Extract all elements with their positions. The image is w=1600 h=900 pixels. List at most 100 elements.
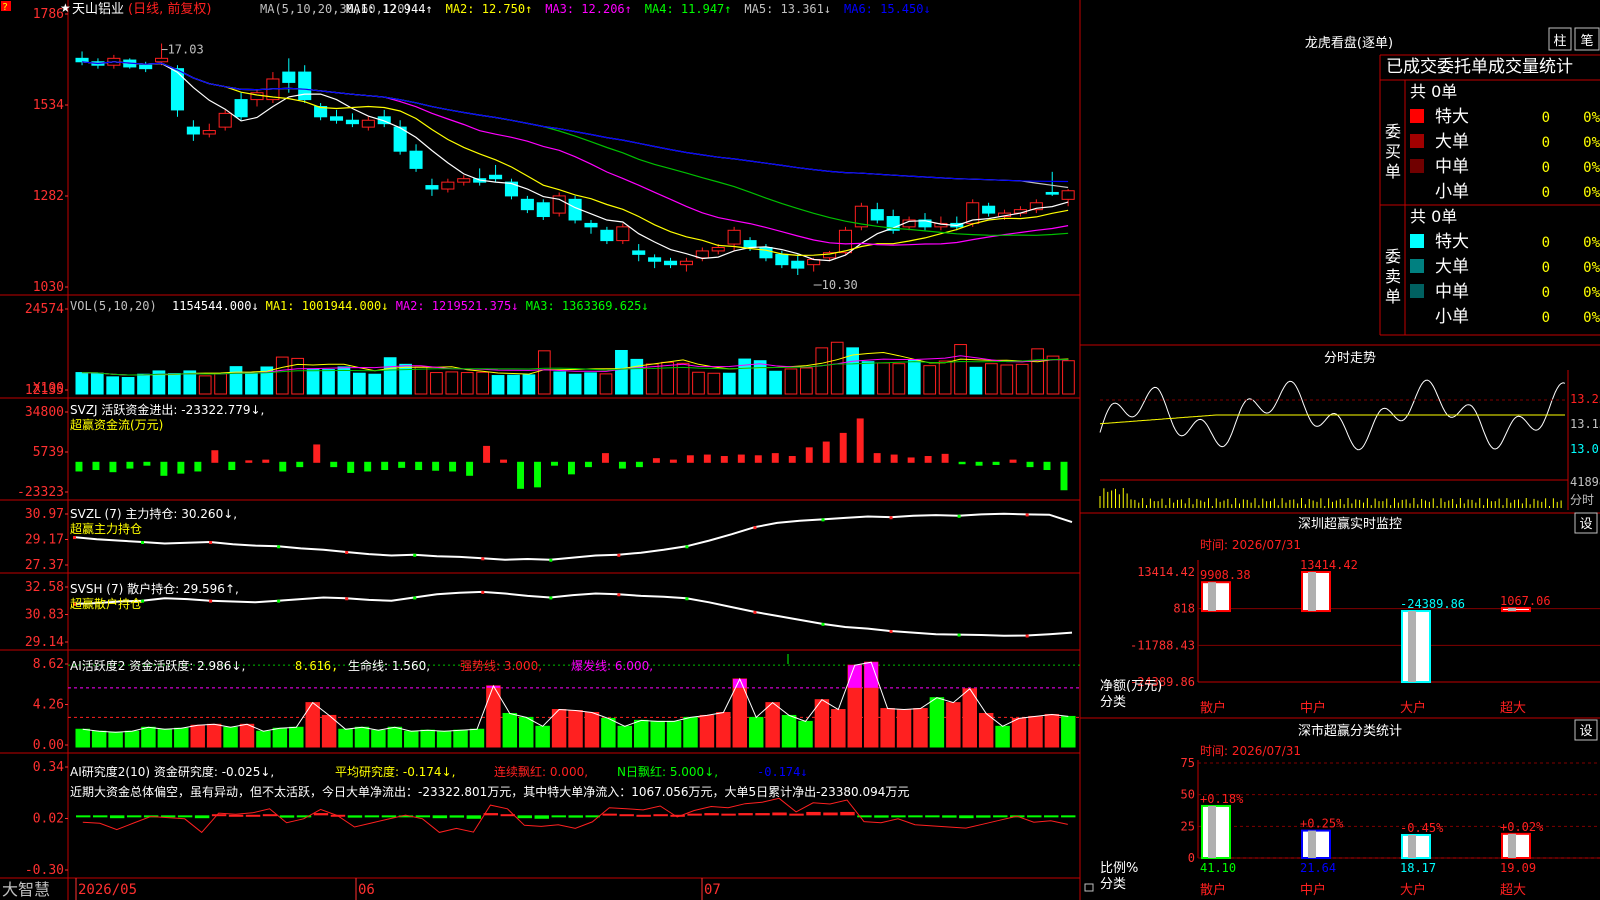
period-label[interactable]: (日线, 前复权) — [128, 1, 211, 17]
volume-bar — [815, 347, 829, 395]
sell-row-pct: 0% — [1583, 310, 1600, 326]
fund-flow-bar — [517, 461, 525, 489]
volume-bar — [1031, 348, 1044, 395]
volume-bar — [90, 372, 104, 395]
ai-burst: 爆发线: 6.000, — [571, 658, 653, 673]
fund-flow-bar — [177, 461, 185, 474]
buy-row-pct: 0% — [1583, 185, 1600, 201]
candle-body — [361, 119, 375, 128]
air-cont: 连续飘红: 0.000, — [494, 764, 588, 779]
class-bar-shade — [1208, 805, 1216, 858]
research-bar — [1061, 815, 1076, 818]
activity-bar — [272, 727, 288, 748]
research-bar — [772, 812, 787, 816]
fund-flow-bar — [771, 453, 779, 463]
sell-swatch — [1410, 234, 1424, 248]
class-y-tick: 0 — [1188, 851, 1195, 865]
volume-bar — [430, 372, 443, 395]
retail-holding-line-point — [957, 633, 961, 637]
volume-bar — [553, 371, 567, 395]
buy-swatch — [1410, 159, 1424, 173]
research-bar — [126, 815, 142, 818]
sz-y-tick: -11788.43 — [1130, 638, 1195, 652]
stroke-mode-button[interactable]: 笔 — [1574, 27, 1600, 51]
lhb-subtitle: 已成交委托单成交量统计 — [1386, 57, 1573, 77]
bar-mode-button[interactable]: 柱 — [1548, 27, 1572, 51]
candle-body — [409, 150, 423, 169]
ma-legend-item: MA5: 13.361↓ — [744, 2, 831, 16]
candle-body — [282, 71, 296, 83]
volume-bar — [121, 377, 135, 395]
activity-bar — [633, 719, 649, 748]
volume-bar — [229, 366, 243, 395]
sell-label-char: 委 — [1385, 247, 1401, 266]
sz-settings-button[interactable]: 设 — [1574, 512, 1598, 534]
ma-legend-item: MA3: 12.206↑ — [545, 2, 632, 16]
air-avg: 平均研究度: -0.174↓, — [335, 764, 455, 779]
volume-bar — [969, 366, 983, 395]
ma-legend-item: MA1: 12.944↑ — [346, 2, 433, 16]
sell-row-count: 0 — [1542, 285, 1550, 301]
volume-bar — [1000, 364, 1014, 395]
volume-bar — [630, 358, 644, 395]
air-last: -0.174↓ — [757, 765, 808, 779]
candle-body — [1045, 191, 1059, 195]
fund-flow-bar — [432, 461, 440, 471]
volume-bar — [584, 372, 597, 395]
sell-row-pct: 0% — [1583, 260, 1600, 276]
class-settings-button[interactable]: 设 — [1574, 719, 1598, 741]
buy-total: 共 0单 — [1410, 82, 1457, 101]
candle-body — [663, 260, 678, 266]
volume-bar — [800, 367, 813, 395]
stroke-mode-label: 笔 — [1580, 33, 1593, 49]
retail-holding-line-point — [209, 599, 213, 603]
buy-swatch — [1410, 134, 1424, 148]
research-bar — [568, 815, 583, 818]
candle-body — [504, 181, 519, 197]
fund-flow-bar — [194, 461, 202, 472]
main-holding-line-point — [889, 516, 893, 520]
research-bar — [602, 813, 617, 816]
research-bar — [466, 815, 482, 819]
volume-bar — [661, 361, 675, 395]
volume-bar — [106, 376, 120, 395]
fund-flow-bar — [958, 461, 966, 465]
retail-holding-line-point — [481, 590, 485, 594]
retail-holding-line-point — [345, 597, 349, 601]
fund-flow-bar — [313, 444, 321, 463]
main-holding-line-point — [1025, 513, 1029, 517]
sz-value-label: 1067.06 — [1500, 594, 1551, 608]
y-tick-label: X100 — [33, 381, 64, 396]
candle-body — [139, 64, 153, 70]
y-tick-label: 1282 — [33, 189, 64, 204]
activity-bar — [617, 725, 633, 748]
research-bar — [942, 815, 957, 818]
activity-bar — [420, 729, 435, 748]
activity-bar — [1044, 713, 1060, 748]
fund-flow-bar — [788, 456, 796, 463]
ai-strong: 强势线: 3.000, — [460, 659, 542, 673]
research-bar — [245, 814, 261, 817]
candle-body — [982, 205, 996, 214]
vol-title: VOL(5,10,20) — [70, 299, 157, 313]
research-bar — [653, 814, 668, 817]
fund-flow-bar — [890, 454, 898, 463]
stock-name[interactable]: 天山铝业 — [72, 2, 124, 17]
class-change-label: -0.45% — [1400, 821, 1444, 835]
volume-bar — [306, 369, 320, 395]
vol-legend-item: MA1: 1001944.000↓ — [266, 299, 389, 313]
ai-life: 生命线: 1.560, — [348, 658, 430, 673]
volume-bar — [599, 373, 613, 395]
fund-flow-bar — [228, 461, 236, 471]
volume-bar — [167, 373, 181, 395]
candle-body — [441, 181, 455, 190]
fund-flow-bar — [1043, 461, 1051, 471]
fund-flow-bar — [856, 418, 864, 463]
svzj-title: SVZJ 活跃资金进出: -23322.779↓, — [70, 402, 264, 417]
intraday-tick: 13.01 — [1570, 442, 1600, 456]
fund-flow-bar — [873, 453, 881, 463]
sz-category-label: 中户 — [1300, 700, 1326, 716]
activity-bar — [1011, 717, 1027, 748]
buy-row-count: 0 — [1542, 160, 1550, 176]
buy-row-name: 小单 — [1435, 182, 1469, 202]
